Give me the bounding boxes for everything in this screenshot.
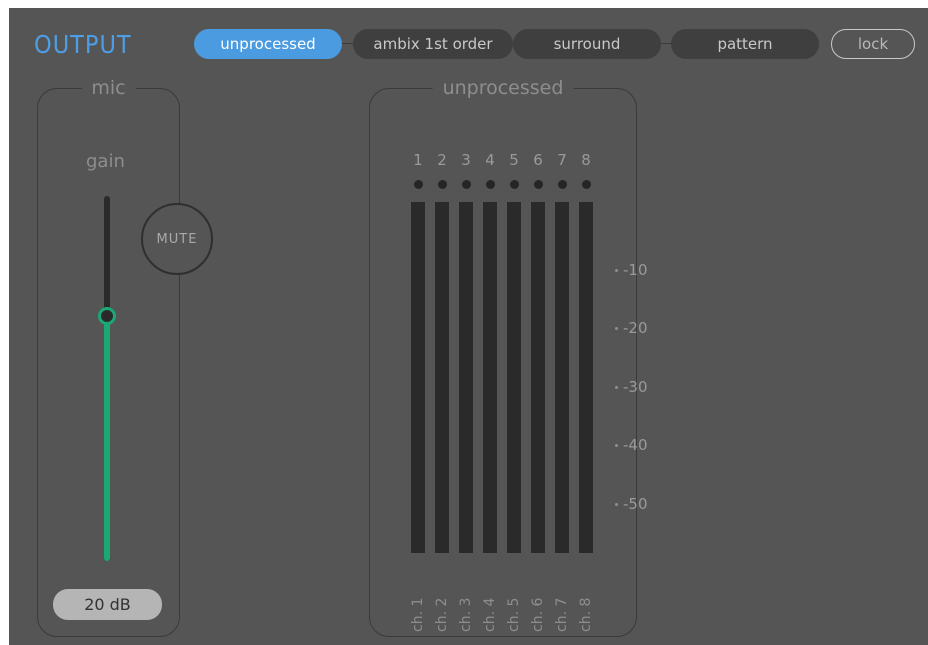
gain-slider-fill [104, 316, 110, 561]
channel-indicator-dot [509, 180, 519, 189]
gain-label: gain [86, 151, 125, 172]
channel-meter [435, 202, 449, 553]
channel-indicator-dot [533, 180, 543, 189]
channel-label: ch. 8 [578, 597, 594, 632]
scale-label: -40 [623, 436, 648, 454]
mute-button[interactable]: MUTE [141, 203, 213, 275]
channel-label: ch. 3 [458, 597, 474, 632]
scale-label: -30 [623, 378, 648, 396]
meters-group: unprocessed [369, 77, 637, 637]
channel-meter [507, 202, 521, 553]
channel-meter [555, 202, 569, 553]
channel-number: 5 [509, 151, 519, 169]
channel-indicator-dot [437, 180, 447, 189]
channel-meter [411, 202, 425, 553]
channel-label: ch. 2 [434, 597, 450, 632]
channel-number: 4 [485, 151, 495, 169]
meters-group-label: unprocessed [432, 77, 574, 99]
channel-number: 8 [581, 151, 591, 169]
mic-group-label: mic [81, 77, 136, 99]
gain-slider-thumb[interactable] [98, 307, 116, 325]
scale-tick [615, 386, 618, 389]
scale-tick [615, 269, 618, 272]
gain-slider[interactable] [98, 196, 116, 561]
channel-label: ch. 6 [530, 597, 546, 632]
channel-label: ch. 7 [554, 597, 570, 632]
tab-surround[interactable]: surround [513, 29, 661, 59]
channel-meter [531, 202, 545, 553]
channel-indicator-dot [461, 180, 471, 189]
scale-label: -50 [623, 495, 648, 513]
scale-label: -10 [623, 261, 648, 279]
page-title: OUTPUT [34, 30, 132, 59]
channel-number: 3 [461, 151, 471, 169]
output-panel: OUTPUT unprocessed ambix 1st order surro… [9, 8, 928, 645]
channel-label: ch. 5 [506, 597, 522, 632]
channel-number: 6 [533, 151, 543, 169]
channel-indicator-dot [485, 180, 495, 189]
channel-label: ch. 4 [482, 597, 498, 632]
scale-label: -20 [623, 319, 648, 337]
channel-indicator-dot [581, 180, 591, 189]
channel-number: 1 [413, 151, 423, 169]
gain-value[interactable]: 20 dB [53, 589, 162, 620]
lock-button[interactable]: lock [831, 29, 915, 59]
scale-tick [615, 503, 618, 506]
tab-ambix-1st-order[interactable]: ambix 1st order [353, 29, 513, 59]
channel-indicator-dot [557, 180, 567, 189]
scale-tick [615, 444, 618, 447]
channel-number: 2 [437, 151, 447, 169]
channel-number: 7 [557, 151, 567, 169]
channel-meter [579, 202, 593, 553]
channel-meter [459, 202, 473, 553]
channel-meter [483, 202, 497, 553]
channel-indicator-dot [413, 180, 423, 189]
channel-label: ch. 1 [410, 597, 426, 632]
tab-pattern[interactable]: pattern [671, 29, 819, 59]
scale-tick [615, 327, 618, 330]
tab-unprocessed[interactable]: unprocessed [194, 29, 342, 59]
